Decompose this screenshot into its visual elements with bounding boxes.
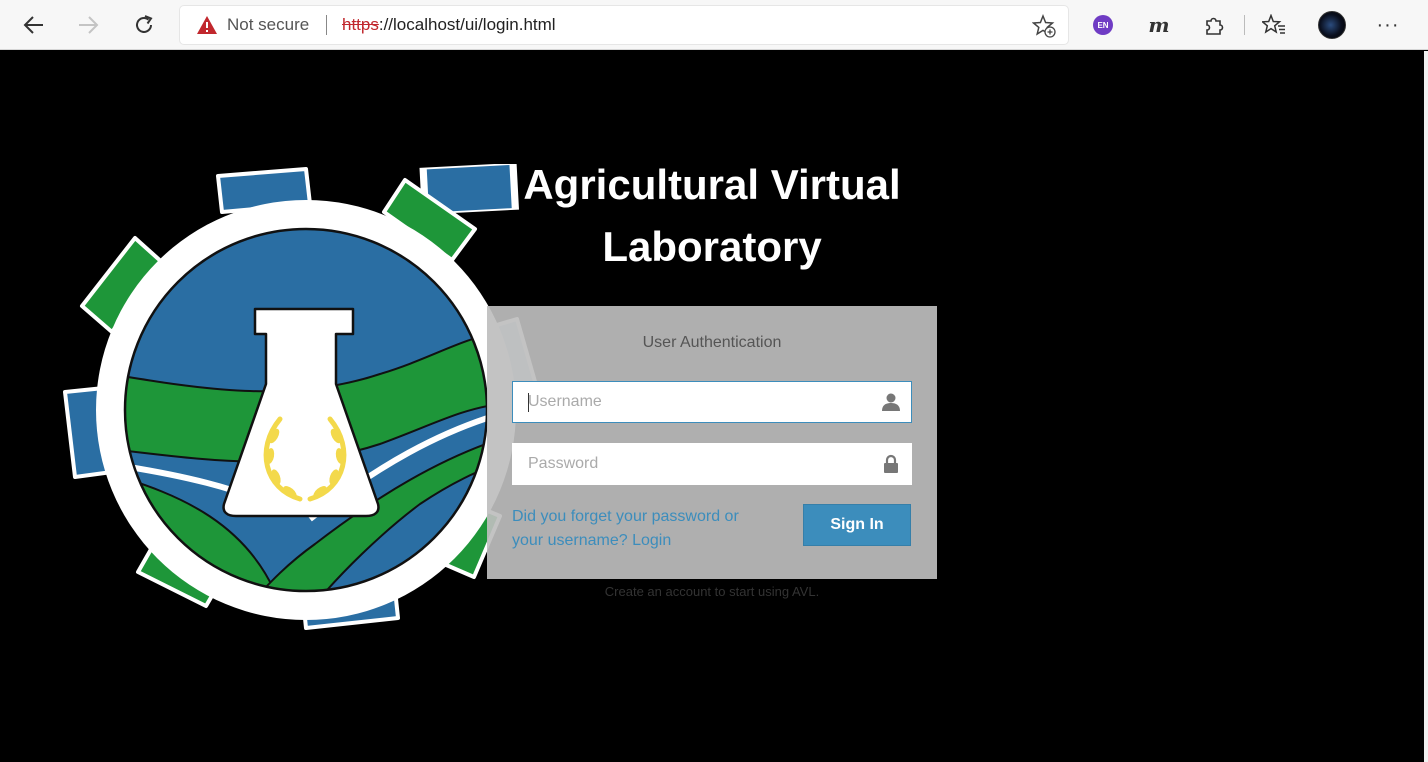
toolbar-divider bbox=[1244, 15, 1245, 35]
username-input[interactable] bbox=[513, 382, 873, 422]
create-account-text: Create an account to start using AVL. bbox=[604, 584, 820, 599]
refresh-button[interactable] bbox=[128, 9, 160, 41]
more-icon: ··· bbox=[1376, 13, 1400, 36]
favorites-button[interactable] bbox=[1260, 11, 1288, 39]
m-extension-button[interactable]: m bbox=[1145, 11, 1173, 39]
refresh-icon bbox=[136, 15, 153, 33]
address-separator bbox=[326, 15, 327, 35]
password-input[interactable] bbox=[513, 444, 873, 484]
user-icon bbox=[882, 393, 900, 411]
back-arrow-icon bbox=[23, 16, 43, 34]
language-extension-button[interactable]: EN bbox=[1089, 11, 1117, 39]
forward-arrow-icon bbox=[79, 16, 99, 34]
avatar bbox=[1318, 11, 1346, 39]
page-title-line2: Laboratory bbox=[602, 223, 822, 270]
login-page: Agricultural Virtual Laboratory User Aut… bbox=[0, 51, 1428, 762]
forward-button[interactable] bbox=[72, 9, 104, 41]
username-field[interactable] bbox=[512, 381, 912, 423]
warning-icon bbox=[197, 16, 217, 34]
avl-logo-icon bbox=[63, 164, 542, 630]
url-scheme: https bbox=[342, 15, 379, 34]
browser-toolbar: Not secure https://localhost/ui/login.ht… bbox=[0, 0, 1428, 50]
page-title: Agricultural Virtual Laboratory bbox=[487, 154, 937, 278]
page-title-line1: Agricultural Virtual bbox=[523, 161, 901, 208]
profile-button[interactable] bbox=[1318, 11, 1346, 39]
login-form: User Authentication Did you forget your … bbox=[487, 306, 937, 579]
password-field[interactable] bbox=[512, 443, 912, 485]
auth-heading: User Authentication bbox=[642, 334, 782, 351]
more-options-button[interactable]: ··· bbox=[1374, 11, 1402, 39]
text-caret bbox=[528, 393, 529, 412]
forgot-credentials-link[interactable]: Did you forget your password or your use… bbox=[512, 505, 762, 553]
back-button[interactable] bbox=[18, 9, 50, 41]
lock-icon bbox=[884, 454, 898, 473]
add-favorite-icon[interactable] bbox=[1032, 14, 1056, 38]
url-text[interactable]: https://localhost/ui/login.html bbox=[342, 15, 556, 35]
security-status[interactable]: Not secure bbox=[227, 15, 309, 35]
favorites-star-icon bbox=[1262, 14, 1285, 34]
language-badge: EN bbox=[1093, 15, 1113, 35]
address-bar[interactable]: Not secure https://localhost/ui/login.ht… bbox=[180, 6, 1068, 44]
puzzle-piece-icon bbox=[1206, 17, 1224, 35]
extensions-button[interactable] bbox=[1200, 11, 1228, 39]
page-scrollbar[interactable] bbox=[1424, 51, 1428, 762]
sign-in-button[interactable]: Sign In bbox=[803, 504, 911, 546]
url-rest: ://localhost/ui/login.html bbox=[378, 15, 556, 34]
m-extension-icon: m bbox=[1148, 13, 1170, 37]
